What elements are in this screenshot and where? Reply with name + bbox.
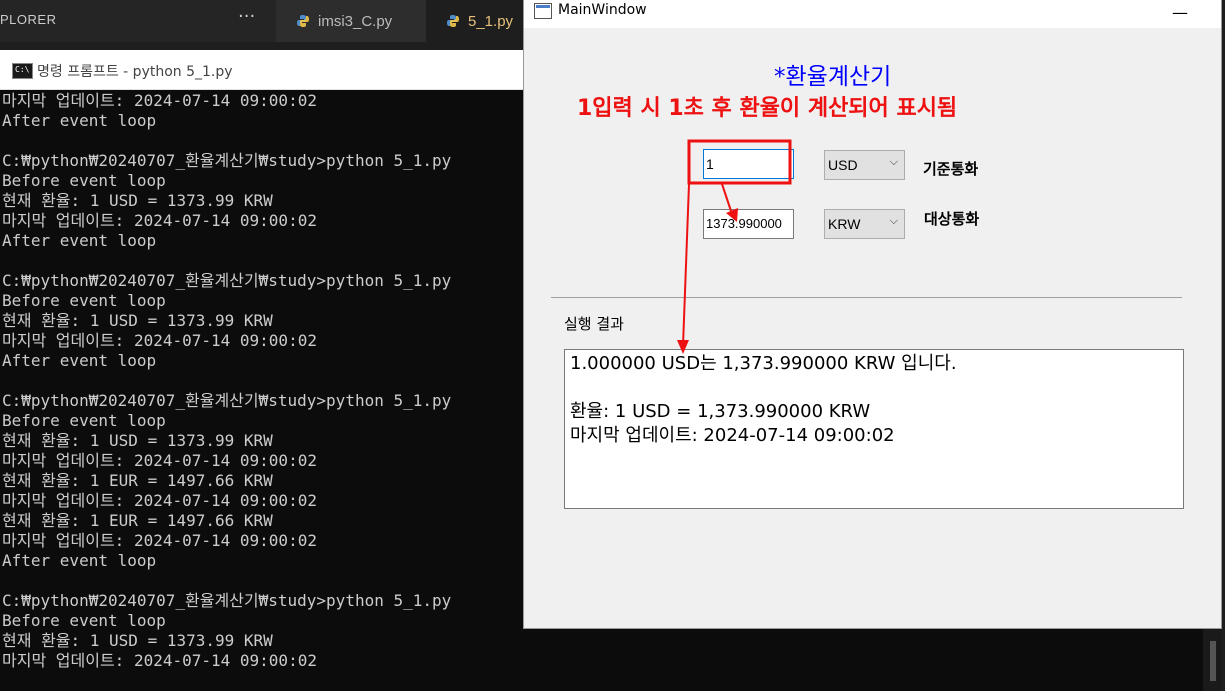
annotation-text: 1입력 시 1초 후 환율이 계산되어 표시됨 bbox=[577, 96, 958, 121]
cmd-output-line: 마지막 업데이트: 2024-07-14 09:00:02 bbox=[2, 651, 317, 670]
cmd-output-line: 현재 환율: 1 USD = 1373.99 KRW bbox=[2, 191, 273, 210]
tab-imsi3-c[interactable]: imsi3_C.py bbox=[276, 0, 426, 42]
vscode-titlebar: PLORER ··· imsi3_C.py 5_1.py bbox=[0, 0, 523, 42]
cmd-output-line bbox=[2, 371, 523, 391]
explorer-label[interactable]: PLORER bbox=[0, 12, 56, 27]
window-icon bbox=[534, 3, 552, 19]
amount-input[interactable]: 1 bbox=[703, 149, 794, 179]
result-line bbox=[570, 376, 1178, 400]
cmd-output-line: 현재 환율: 1 USD = 1373.99 KRW bbox=[2, 311, 273, 330]
result-line: 1.000000 USD는 1,373.990000 KRW 입니다. bbox=[570, 353, 957, 374]
divider bbox=[551, 297, 1182, 298]
result-text-area[interactable]: 1.000000 USD는 1,373.990000 KRW 입니다. 환율: … bbox=[564, 349, 1184, 509]
cmd-output[interactable]: 마지막 업데이트: 2024-07-14 09:00:02 After event… bbox=[2, 91, 523, 671]
cmd-output-line: 현재 환율: 1 EUR = 1497.66 KRW bbox=[2, 471, 273, 490]
cmd-output-line bbox=[2, 131, 523, 151]
cmd-output-line: After event loop bbox=[2, 111, 157, 130]
cmd-output-line: 현재 환율: 1 USD = 1373.99 KRW bbox=[2, 431, 273, 450]
main-window-titlebar[interactable]: MainWindow — bbox=[524, 0, 1221, 28]
chevron-down-icon: ⌵ bbox=[889, 156, 898, 168]
cmd-output-line bbox=[2, 571, 523, 591]
target-currency-label: 대상통화 bbox=[924, 210, 980, 228]
cmd-output-line: 마지막 업데이트: 2024-07-14 09:00:02 bbox=[2, 331, 317, 350]
cmd-output-line: C:₩python₩20240707_환율계산기₩study>python 5_… bbox=[2, 271, 452, 290]
python-file-icon bbox=[297, 15, 309, 27]
result-line: 마지막 업데이트: 2024-07-14 09:00:02 bbox=[570, 425, 895, 446]
cmd-window-title: 명령 프롬프트 - python 5_1.py bbox=[37, 64, 233, 80]
cmd-titlebar[interactable]: C:\ 명령 프롬프트 - python 5_1.py bbox=[0, 50, 523, 90]
cmd-output-line: 마지막 업데이트: 2024-07-14 09:00:02 bbox=[2, 451, 317, 470]
tab-5-1[interactable]: 5_1.py bbox=[426, 0, 523, 42]
cmd-output-line: 마지막 업데이트: 2024-07-14 09:00:02 bbox=[2, 211, 317, 230]
cmd-output-line: 현재 환율: 1 USD = 1373.99 KRW bbox=[2, 631, 273, 650]
cmd-output-line: C:₩python₩20240707_환율계산기₩study>python 5_… bbox=[2, 391, 452, 410]
target-currency-value: KRW bbox=[828, 216, 861, 232]
cmd-output-line: 마지막 업데이트: 2024-07-14 09:00:02 bbox=[2, 91, 317, 110]
chevron-down-icon: ⌵ bbox=[889, 215, 898, 227]
minimize-button[interactable]: — bbox=[1172, 3, 1188, 22]
cmd-output-line: After event loop bbox=[2, 351, 157, 370]
base-currency-select[interactable]: USD ⌵ bbox=[824, 150, 905, 180]
base-currency-label: 기준통화 bbox=[923, 160, 979, 178]
terminal-bottom-area bbox=[523, 629, 1225, 691]
window-title: MainWindow bbox=[558, 2, 647, 18]
cmd-output-line: 현재 환율: 1 EUR = 1497.66 KRW bbox=[2, 511, 273, 530]
cmd-output-line: Before event loop bbox=[2, 611, 166, 630]
converted-amount-field[interactable]: 1373.990000 bbox=[703, 209, 794, 239]
main-window: MainWindow — *환율계산기 1입력 시 1초 후 환율이 계산되어 … bbox=[523, 0, 1222, 629]
base-currency-value: USD bbox=[828, 157, 858, 173]
tab-label: 5_1.py bbox=[468, 12, 514, 30]
cmd-output-line: After event loop bbox=[2, 231, 157, 250]
command-prompt-window: C:\ 명령 프롬프트 - python 5_1.py 마지막 업데이트: 20… bbox=[0, 50, 523, 691]
result-line: 환율: 1 USD = 1,373.990000 KRW bbox=[570, 401, 871, 422]
more-actions-icon[interactable]: ··· bbox=[238, 6, 255, 27]
cmd-output-line: C:₩python₩20240707_환율계산기₩study>python 5_… bbox=[2, 151, 452, 170]
python-file-icon bbox=[447, 15, 459, 27]
cmd-output-line: After event loop bbox=[2, 551, 157, 570]
result-section-label: 실행 결과 bbox=[564, 315, 624, 333]
terminal-scrollbar[interactable] bbox=[1203, 629, 1223, 691]
target-currency-select[interactable]: KRW ⌵ bbox=[824, 209, 905, 239]
cmd-output-line: Before event loop bbox=[2, 411, 166, 430]
tab-label: imsi3_C.py bbox=[318, 12, 393, 30]
cmd-output-line: 마지막 업데이트: 2024-07-14 09:00:02 bbox=[2, 531, 317, 550]
cmd-output-line bbox=[2, 251, 523, 271]
cmd-output-line: C:₩python₩20240707_환율계산기₩study>python 5_… bbox=[2, 591, 452, 610]
app-heading: *환율계산기 bbox=[774, 64, 892, 90]
cmd-output-line: 마지막 업데이트: 2024-07-14 09:00:02 bbox=[2, 491, 317, 510]
cmd-output-line: Before event loop bbox=[2, 291, 166, 310]
cmd-output-line: Before event loop bbox=[2, 171, 166, 190]
terminal-icon: C:\ bbox=[12, 63, 33, 79]
